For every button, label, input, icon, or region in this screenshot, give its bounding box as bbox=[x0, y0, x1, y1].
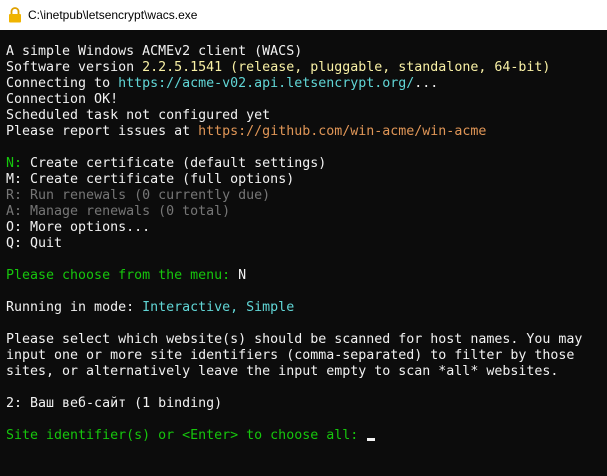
mode-value: Interactive, Simple bbox=[142, 300, 295, 315]
version-value: 2.2.5.1541 bbox=[142, 60, 223, 75]
version-label: Software version bbox=[6, 60, 143, 75]
menu-item-manage-renewals[interactable]: A: Manage renewals (0 total) bbox=[6, 204, 607, 220]
menu-item-more-options[interactable]: O: More options... bbox=[6, 220, 607, 236]
menu-label: Create certificate (full options) bbox=[22, 172, 295, 187]
menu-key: R: bbox=[6, 188, 23, 203]
window-title: C:\inetpub\letsencrypt\wacs.exe bbox=[28, 8, 198, 22]
report-label: Please report issues at bbox=[6, 124, 199, 139]
site-input-prompt: Site identifier(s) or <Enter> to choose … bbox=[6, 428, 367, 443]
menu-choice-answer: N bbox=[238, 268, 247, 283]
menu-choice-prompt: Please choose from the menu: bbox=[6, 268, 239, 283]
report-line: Please report issues at https://github.c… bbox=[6, 124, 607, 140]
menu-choice-line: Please choose from the menu: N bbox=[6, 268, 607, 284]
instruction-line: sites, or alternatively leave the input … bbox=[6, 364, 559, 379]
mode-line: Running in mode: Interactive, Simple bbox=[6, 300, 607, 316]
menu-label: Run renewals (0 currently due) bbox=[22, 188, 271, 203]
report-url: https://github.com/win-acme/win-acme bbox=[198, 124, 487, 139]
menu-label: Quit bbox=[22, 236, 63, 251]
menu-label: Create certificate (default settings) bbox=[22, 156, 327, 171]
menu-key: Q: bbox=[6, 236, 23, 251]
connecting-label: Connecting to bbox=[6, 76, 119, 91]
connecting-line: Connecting to https://acme-v02.api.letse… bbox=[6, 76, 607, 92]
version-line: Software version 2.2.5.1541 (release, pl… bbox=[6, 60, 607, 76]
site-input-line[interactable]: Site identifier(s) or <Enter> to choose … bbox=[6, 428, 607, 444]
version-details: (release, pluggable, standalone, 64-bit) bbox=[222, 60, 551, 75]
connection-ok: Connection OK! bbox=[6, 92, 119, 107]
menu-key: A: bbox=[6, 204, 23, 219]
menu-item-create-full[interactable]: M: Create certificate (full options) bbox=[6, 172, 607, 188]
header-line: A simple Windows ACMEv2 client (WACS) bbox=[6, 44, 303, 59]
instruction-line: Please select which website(s) should be… bbox=[6, 332, 583, 347]
text-cursor bbox=[367, 438, 376, 441]
menu-item-run-renewals[interactable]: R: Run renewals (0 currently due) bbox=[6, 188, 607, 204]
instruction-line: input one or more site identifiers (comm… bbox=[6, 348, 575, 363]
menu-key: O: bbox=[6, 220, 23, 235]
menu-item-create-default[interactable]: N: Create certificate (default settings) bbox=[6, 156, 607, 172]
menu-key: N: bbox=[6, 156, 23, 171]
window-titlebar[interactable]: C:\inetpub\letsencrypt\wacs.exe bbox=[0, 0, 607, 30]
menu-label: More options... bbox=[22, 220, 151, 235]
lock-icon bbox=[8, 7, 22, 23]
console-output[interactable]: A simple Windows ACMEv2 client (WACS) So… bbox=[0, 30, 607, 476]
connecting-suffix: ... bbox=[414, 76, 439, 91]
menu-key: M: bbox=[6, 172, 23, 187]
menu-item-quit[interactable]: Q: Quit bbox=[6, 236, 607, 252]
site-list-item: 2: Ваш веб-сайт (1 binding) bbox=[6, 396, 223, 411]
connecting-url: https://acme-v02.api.letsencrypt.org/ bbox=[118, 76, 415, 91]
scheduled-task-status: Scheduled task not configured yet bbox=[6, 108, 271, 123]
mode-label: Running in mode: bbox=[6, 300, 143, 315]
menu-label: Manage renewals (0 total) bbox=[22, 204, 231, 219]
